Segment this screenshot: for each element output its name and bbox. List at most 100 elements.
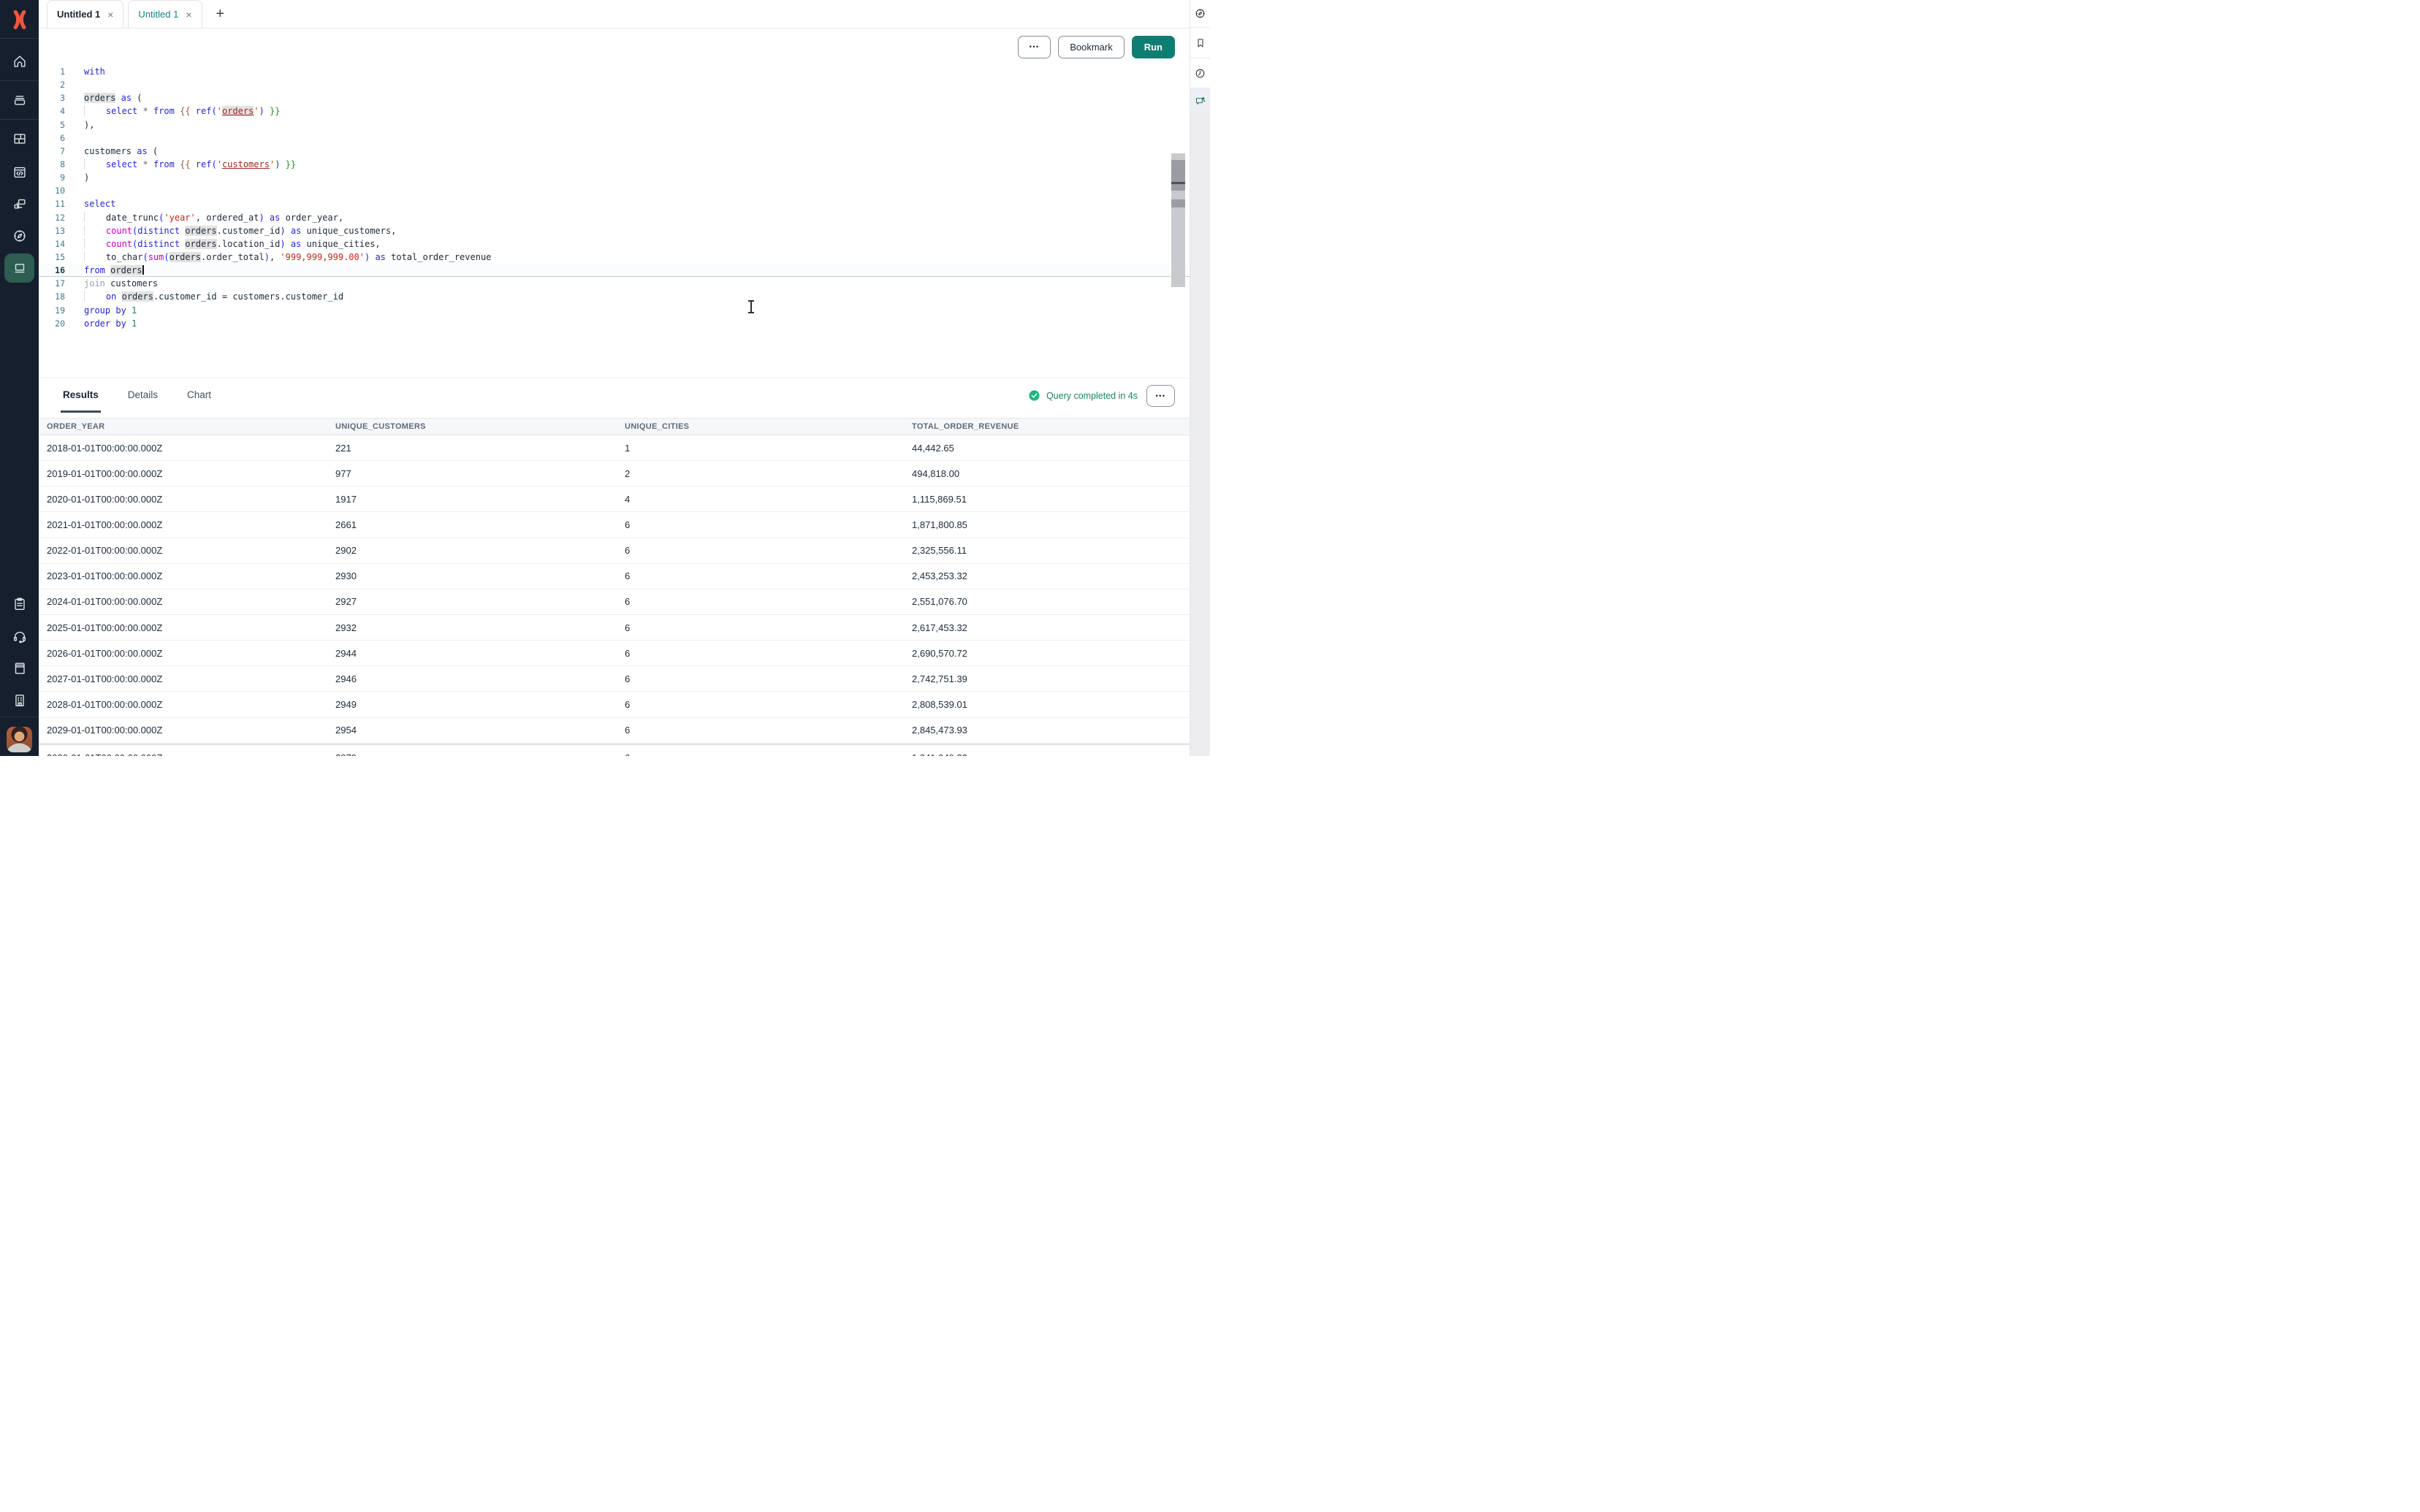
bookmark-button[interactable]: Bookmark [1058,36,1125,58]
organization-building-icon[interactable] [12,692,28,709]
check-circle-icon [1028,389,1040,402]
table-cell: 2932 [335,622,625,633]
line-number: 4 [39,104,65,118]
editor-scrollbar-annotation [1171,199,1185,207]
table-cell: 2944 [335,648,625,659]
table-row[interactable]: 2023-01-01T00:00:00.000Z293062,453,253.3… [39,564,1190,589]
editor-scrollbar-cursor-marker [1171,182,1185,184]
right-rail-scroll-area[interactable] [1190,114,1210,756]
code-line[interactable]: 16from orders [39,264,1190,277]
table-row[interactable]: 2022-01-01T00:00:00.000Z290262,325,556.1… [39,538,1190,564]
user-avatar[interactable] [7,727,32,752]
table-cell: 6 [625,699,912,710]
editor-tab[interactable]: Untitled 1× [47,0,123,28]
table-row[interactable]: 2030-01-01T00:00:00.000Z287961,841,049.3… [39,745,1190,756]
bookmarks-panel-button[interactable] [1190,28,1210,58]
explore-panel-button[interactable] [1190,0,1210,28]
close-tab-icon[interactable]: × [186,9,191,20]
table-cell: 2022-01-01T00:00:00.000Z [47,545,335,556]
cell-toolbar: ••• Bookmark Run [39,28,1190,65]
dashboard-grid-icon[interactable] [12,131,28,147]
code-line[interactable]: 20order by 1 [39,317,1190,330]
table-cell: 44,442.65 [912,443,1190,454]
table-cell: 2,808,539.01 [912,699,1190,710]
code-line[interactable]: 3orders as ( [39,91,1190,104]
results-tab-chart[interactable]: Chart [185,378,213,413]
table-cell: 2,845,473.93 [912,725,1190,736]
column-header[interactable]: UNIQUE_CITIES [625,422,912,431]
code-line[interactable]: 19group by 1 [39,304,1190,317]
table-row[interactable]: 2028-01-01T00:00:00.000Z294962,808,539.0… [39,692,1190,717]
code-line[interactable]: 17join customers [39,277,1190,290]
code-line[interactable]: 1with [39,65,1190,78]
run-button[interactable]: Run [1132,36,1175,58]
sql-editor[interactable]: 1with23orders as (4 select * from {{ ref… [39,65,1190,378]
table-row[interactable]: 2024-01-01T00:00:00.000Z292762,551,076.7… [39,589,1190,615]
code-line[interactable]: 14 count(distinct orders.location_id) as… [39,237,1190,251]
docs-book-icon[interactable] [12,660,28,676]
table-row[interactable]: 2029-01-01T00:00:00.000Z295462,845,473.9… [39,718,1190,744]
code-line-content: join customers [65,277,158,290]
table-cell: 2028-01-01T00:00:00.000Z [47,699,335,710]
projects-tray-icon[interactable] [12,91,28,107]
table-cell: 2027-01-01T00:00:00.000Z [47,673,335,684]
table-cell: 2,690,570.72 [912,648,1190,659]
table-cell: 4 [625,494,912,505]
table-row[interactable]: 2020-01-01T00:00:00.000Z191741,115,869.5… [39,486,1190,512]
code-line[interactable]: 15 to_char(sum(orders.order_total), '999… [39,251,1190,264]
ai-chat-panel-button[interactable] [1190,88,1210,114]
table-cell: 2879 [335,752,625,756]
code-line[interactable]: 8 select * from {{ ref('customers') }} [39,158,1190,171]
compass-explore-icon[interactable] [12,228,28,244]
code-line[interactable]: 9) [39,171,1190,184]
home-icon[interactable] [12,53,28,69]
results-more-button[interactable]: ••• [1146,385,1175,407]
code-window-icon[interactable] [12,164,28,180]
code-line[interactable]: 6 [39,131,1190,145]
column-header[interactable]: UNIQUE_CUSTOMERS [335,422,625,431]
support-headset-icon[interactable] [12,628,28,644]
table-cell: 1 [625,443,912,454]
table-cell: 1,115,869.51 [912,494,1190,505]
query-status-text: Query completed in 4s [1046,391,1138,401]
notebook-icon [12,260,28,276]
sidebar-item-notebook-active[interactable] [4,253,34,283]
code-line[interactable]: 11select [39,197,1190,210]
table-row[interactable]: 2027-01-01T00:00:00.000Z294662,742,751.3… [39,666,1190,692]
code-line[interactable]: 4 select * from {{ ref('orders') }} [39,104,1190,118]
results-tab-results[interactable]: Results [61,378,101,413]
table-row[interactable]: 2018-01-01T00:00:00.000Z221144,442.65 [39,435,1190,461]
history-panel-button[interactable] [1190,58,1210,88]
column-header[interactable]: TOTAL_ORDER_REVENUE [912,422,1190,431]
split-windows-icon[interactable] [12,196,28,212]
code-line[interactable]: 13 count(distinct orders.customer_id) as… [39,224,1190,237]
table-cell: 6 [625,725,912,736]
table-row[interactable]: 2025-01-01T00:00:00.000Z293262,617,453.3… [39,615,1190,641]
column-header[interactable]: ORDER_YEAR [47,422,335,431]
code-line[interactable]: 10 [39,184,1190,197]
table-row[interactable]: 2021-01-01T00:00:00.000Z266161,871,800.8… [39,512,1190,538]
results-tab-details[interactable]: Details [126,378,160,413]
table-row[interactable]: 2019-01-01T00:00:00.000Z9772494,818.00 [39,461,1190,486]
editor-tab[interactable]: Untitled 1× [128,0,202,28]
more-options-button[interactable]: ••• [1018,36,1051,58]
code-line-content: to_char(sum(orders.order_total), '999,99… [65,251,491,264]
code-line[interactable]: 5), [39,118,1190,131]
table-cell: 2930 [335,570,625,581]
hex-logo-icon[interactable] [9,9,30,30]
clipboard-icon[interactable] [12,596,28,612]
code-line[interactable]: 2 [39,78,1190,91]
left-sidebar [0,0,39,756]
code-line-content: on orders.customer_id = customers.custom… [65,290,343,303]
code-line[interactable]: 12 date_trunc('year', ordered_at) as ord… [39,211,1190,224]
editor-scrollbar-thumb[interactable] [1171,160,1185,191]
line-number: 13 [39,224,65,237]
code-line[interactable]: 7customers as ( [39,145,1190,158]
table-cell: 6 [625,622,912,633]
table-cell: 1917 [335,494,625,505]
line-number: 6 [39,131,65,145]
code-line[interactable]: 18 on orders.customer_id = customers.cus… [39,290,1190,303]
new-tab-button[interactable]: + [216,6,225,23]
table-row[interactable]: 2026-01-01T00:00:00.000Z294462,690,570.7… [39,641,1190,666]
close-tab-icon[interactable]: × [107,9,113,20]
